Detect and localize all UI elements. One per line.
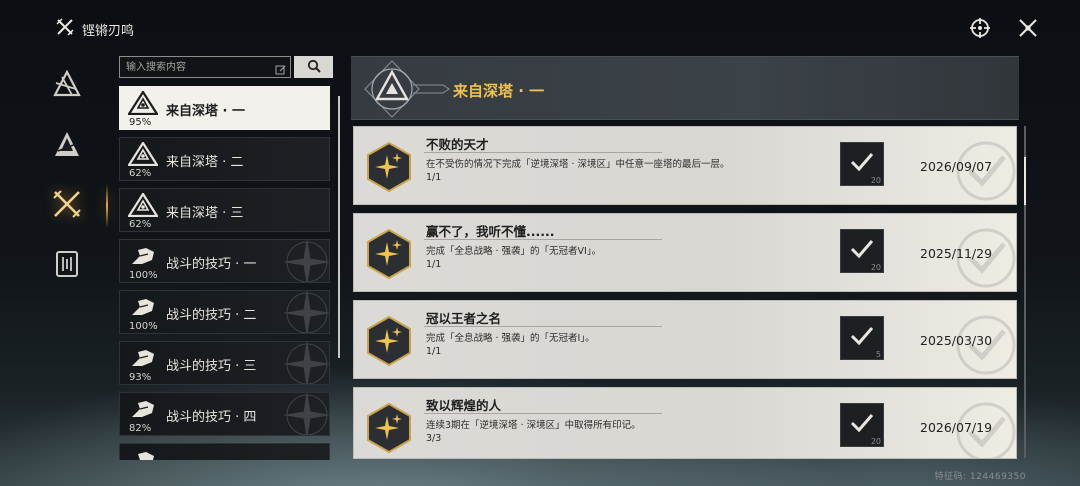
achievement-title: 冠以王者之名 [426,311,502,326]
category-percent: 100% [129,270,158,281]
reward-qty: 20 [870,437,881,446]
category-item[interactable]: 95% 来自深塔 · 一 [119,86,330,130]
category-name: 来自深塔 · 三 [166,206,244,221]
achievement-date: 2025/11/29 [920,246,993,261]
achievement-card: 致以辉煌的人 连续3期在「逆境深塔 · 深境区」中取得所有印记。 3/3 20 … [353,387,1017,459]
category-percent: 62% [129,168,152,179]
tower-icon [126,89,160,116]
divider [424,239,662,240]
divider [424,326,662,327]
achievement-progress: 3/3 [426,433,442,444]
checkmark-icon [849,238,875,264]
nav-emblem-1[interactable] [40,64,94,108]
category-name: 战斗的技巧 · 二 [166,308,257,323]
category-percent: 93% [129,372,152,383]
achievement-date: 2025/03/30 [920,333,993,348]
nav-emblem-3[interactable] [40,184,108,228]
fist-icon [128,244,158,268]
nav-emblem-4[interactable] [40,244,94,288]
achievement-title: 不败的天才 [426,137,489,152]
checkmark-icon [849,412,875,438]
tower-icon [126,191,160,218]
achievement-progress: 1/1 [426,172,442,183]
search-bar [119,56,333,78]
category-name: 战斗的技巧 · 三 [166,359,257,374]
sparkle-badge-icon [365,228,413,280]
compass-watermark-icon [273,393,329,435]
divider [424,413,662,414]
category-item[interactable] [119,443,330,460]
sparkle-badge-icon [365,402,413,454]
category-scroll-thumb[interactable] [338,96,340,358]
player-uid: 特征码: 124469350 [934,472,1026,482]
search-input[interactable] [119,56,291,78]
category-name: 战斗的技巧 · 四 [166,410,257,425]
edit-icon [275,61,287,75]
fist-icon [128,397,158,421]
category-title: 来自深塔 · 一 [453,82,545,100]
fist-icon [128,346,158,370]
category-item[interactable]: 62% 来自深塔 · 三 [119,188,330,232]
category-item[interactable]: 100% 战斗的技巧 · 一 [119,239,330,283]
app-title-text: 铿锵刃鸣 [82,23,135,39]
reward-qty: 20 [870,263,881,272]
achievement-desc: 在不受伤的情况下完成「逆境深塔 · 深境区」中任意一座塔的最后一层。 [426,159,730,170]
compass-watermark-icon [273,240,329,282]
category-header: 来自深塔 · 一 [351,56,1019,120]
pyramid-icon [52,129,82,163]
category-item[interactable]: 100% 战斗的技巧 · 二 [119,290,330,334]
reward-claimed-button[interactable]: 5 [840,316,884,360]
reward-claimed-button[interactable]: 20 [840,142,884,186]
top-bar: 铿锵刃鸣 [0,0,1080,56]
category-name: 来自深塔 · 二 [166,155,244,170]
search-icon [307,58,321,77]
sparkle-badge-icon [365,315,413,367]
fist-icon [128,448,158,460]
category-item[interactable]: 93% 战斗的技巧 · 三 [119,341,330,385]
triangle-sigil-icon [52,69,82,103]
achievement-desc: 连续3期在「逆境深塔 · 深境区」中取得所有印记。 [426,420,641,431]
search-button[interactable] [294,56,333,78]
category-list: 95% 来自深塔 · 一 62% 来自深塔 · 二 62% 来自深塔 · 三 1… [119,86,331,460]
achievement-desc: 完成「全息战略 · 强袭」的「无冠者I」。 [426,333,595,344]
reward-claimed-button[interactable]: 20 [840,403,884,447]
cards-icon [54,250,80,282]
category-percent: 100% [129,321,158,332]
category-name: 来自深塔 · 一 [166,104,245,119]
category-percent: 62% [129,219,152,230]
crossed-swords-icon [56,18,74,40]
checkmark-icon [849,325,875,351]
achievement-card: 不败的天才 在不受伤的情况下完成「逆境深塔 · 深境区」中任意一座塔的最后一层。… [353,126,1017,205]
category-percent: 82% [129,423,152,434]
achievement-date: 2026/07/19 [920,420,993,435]
nav-emblem-2[interactable] [40,124,94,168]
achievement-progress: 1/1 [426,346,442,357]
achievement-card: 赢不了，我听不懂...... 完成「全息战略 · 强袭」的「无冠者VI」。 1/… [353,213,1017,292]
divider [424,152,662,153]
crossed-blades-icon [52,189,82,223]
fist-icon [128,295,158,319]
reward-claimed-button[interactable]: 20 [840,229,884,273]
checkmark-icon [849,151,875,177]
category-percent: 95% [129,117,152,128]
achievement-scroll-thumb[interactable] [1024,157,1026,205]
reward-qty: 20 [870,176,881,185]
achievement-title: 赢不了，我听不懂...... [426,224,555,239]
reward-qty: 5 [875,350,881,359]
category-name: 战斗的技巧 · 一 [166,257,257,272]
achievement-desc: 完成「全息战略 · 强袭」的「无冠者VI」。 [426,246,602,257]
compass-watermark-icon [273,291,329,333]
category-item[interactable]: 82% 战斗的技巧 · 四 [119,392,330,436]
target-icon[interactable] [968,16,992,40]
achievement-title: 致以辉煌的人 [426,398,502,413]
achievement-date: 2026/09/07 [920,159,993,174]
close-icon[interactable] [1016,16,1040,40]
category-item[interactable]: 62% 来自深塔 · 二 [119,137,330,181]
achievement-progress: 1/1 [426,259,442,270]
tower-icon [126,140,160,167]
achievement-card: 冠以王者之名 完成「全息战略 · 强袭」的「无冠者I」。 1/1 5 2025/… [353,300,1017,379]
app-title: 铿锵刃鸣 [56,18,134,40]
sparkle-badge-icon [365,141,413,193]
compass-watermark-icon [273,342,329,384]
